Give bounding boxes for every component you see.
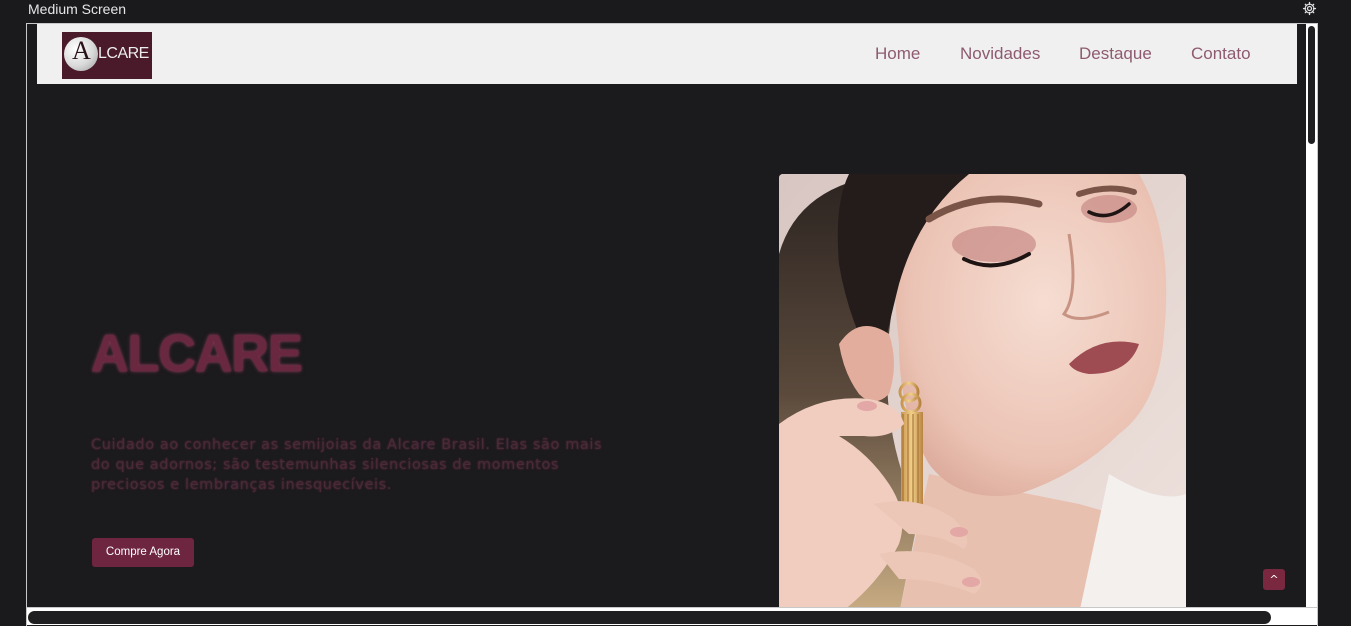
hero-image	[779, 174, 1186, 614]
nav-link-novidades[interactable]: Novidades	[960, 44, 1040, 64]
vertical-scrollbar-thumb[interactable]	[1308, 26, 1315, 144]
model-wearing-earring-photo	[779, 174, 1186, 614]
window-title: Medium Screen	[28, 1, 127, 17]
logo-text: LCARE	[98, 45, 149, 62]
horizontal-scrollbar-thumb[interactable]	[28, 611, 1271, 624]
preview-frame: A LCARE Home Novidades Destaque Contato …	[26, 23, 1318, 626]
shop-now-button[interactable]: Compre Agora	[92, 538, 194, 567]
nav-link-home[interactable]: Home	[875, 44, 920, 64]
nav-link-contato[interactable]: Contato	[1191, 44, 1251, 64]
brand-logo[interactable]: A LCARE	[62, 32, 152, 79]
logo-letter: A	[72, 36, 91, 65]
horizontal-scrollbar[interactable]	[27, 607, 1317, 625]
back-to-top-button[interactable]: ^	[1263, 569, 1285, 590]
nav-link-destaque[interactable]: Destaque	[1079, 44, 1152, 64]
hero-title: ALCARE	[91, 325, 303, 383]
vertical-scrollbar[interactable]	[1306, 24, 1317, 608]
gear-icon[interactable]	[1302, 1, 1317, 16]
navbar: A LCARE Home Novidades Destaque Contato	[37, 24, 1297, 84]
hero-description: Cuidado ao conhecer as semijoias da Alca…	[91, 437, 603, 493]
